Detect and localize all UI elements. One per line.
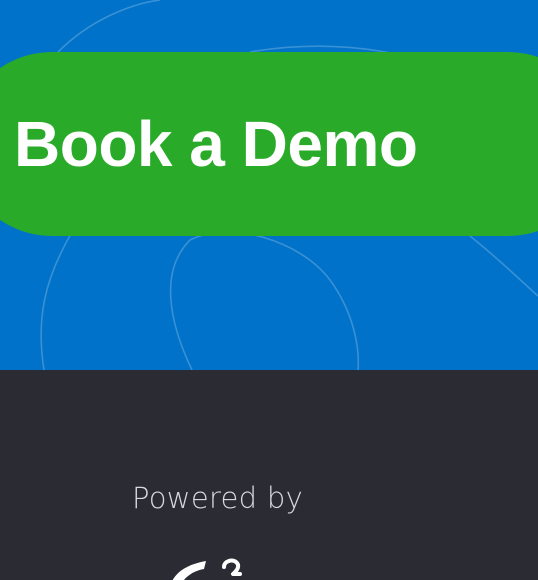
footer: Powered by xyxy=(0,370,538,580)
brand-logo-icon xyxy=(172,558,242,580)
book-demo-label: Book a Demo xyxy=(14,108,418,180)
book-demo-button[interactable]: Book a Demo xyxy=(0,52,538,236)
powered-by-text: Powered by xyxy=(132,481,304,515)
hero-banner: Book a Demo xyxy=(0,0,538,370)
page: Book a Demo Powered by xyxy=(0,0,538,580)
